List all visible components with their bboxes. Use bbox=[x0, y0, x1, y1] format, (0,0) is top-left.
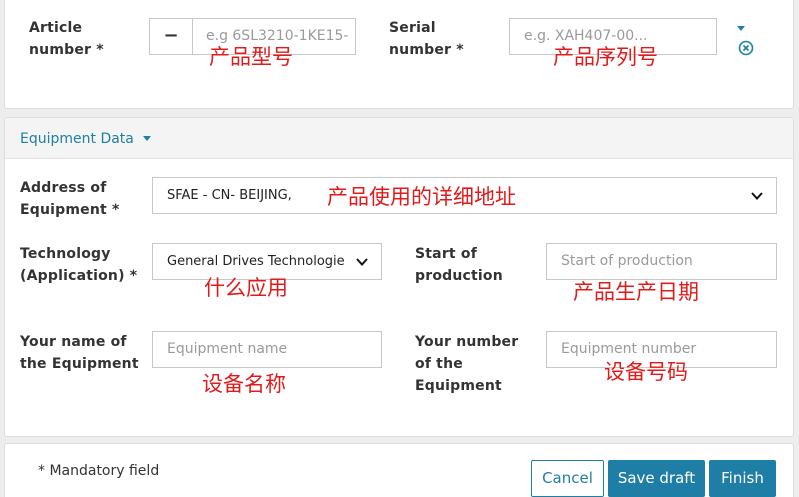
mandatory-field-note: * Mandatory field bbox=[38, 463, 160, 479]
start-production-annotation: 产品生产日期 bbox=[573, 280, 699, 304]
serial-number-label: Serial number * bbox=[389, 20, 464, 58]
equipment-name-input[interactable]: Equipment name bbox=[152, 331, 382, 368]
address-annotation: 产品使用的详细地址 bbox=[327, 185, 516, 209]
article-number-label: Article number * bbox=[29, 20, 104, 58]
equipment-name-label: Your name of the Equipment bbox=[20, 334, 139, 372]
article-toggle-button[interactable]: − bbox=[149, 18, 193, 55]
equipment-section-title: Equipment Data bbox=[20, 131, 134, 147]
technology-select[interactable]: General Drives Technologie bbox=[152, 243, 382, 280]
start-production-input[interactable]: Start of production bbox=[546, 243, 777, 280]
equipment-section-toggle[interactable]: Equipment Data bbox=[20, 128, 152, 150]
technology-annotation: 什么应用 bbox=[204, 276, 288, 300]
technology-select-value: General Drives Technologie bbox=[167, 254, 345, 269]
technology-label: Technology (Application) * bbox=[20, 246, 138, 284]
equipment-name-annotation: 设备名称 bbox=[202, 372, 286, 396]
chevron-down-icon bbox=[751, 192, 763, 200]
cancel-button[interactable]: Cancel bbox=[531, 460, 604, 497]
equipment-number-label: Your number of the Equipment bbox=[415, 334, 519, 394]
address-label: Address of Equipment * bbox=[20, 180, 120, 218]
start-production-label: Start of production bbox=[415, 246, 503, 284]
finish-button[interactable]: Finish bbox=[709, 460, 776, 497]
caret-down-icon[interactable] bbox=[736, 25, 746, 33]
chevron-down-icon bbox=[355, 255, 369, 269]
address-select-value: SFAE - CN- BEIJING, bbox=[167, 188, 292, 203]
article-number-annotation: 产品型号 bbox=[209, 45, 293, 69]
remove-circle-icon[interactable] bbox=[738, 40, 754, 56]
caret-down-icon bbox=[143, 136, 152, 141]
serial-number-annotation: 产品序列号 bbox=[553, 45, 658, 69]
save-draft-button[interactable]: Save draft bbox=[608, 460, 705, 497]
equipment-number-annotation: 设备号码 bbox=[604, 360, 688, 384]
